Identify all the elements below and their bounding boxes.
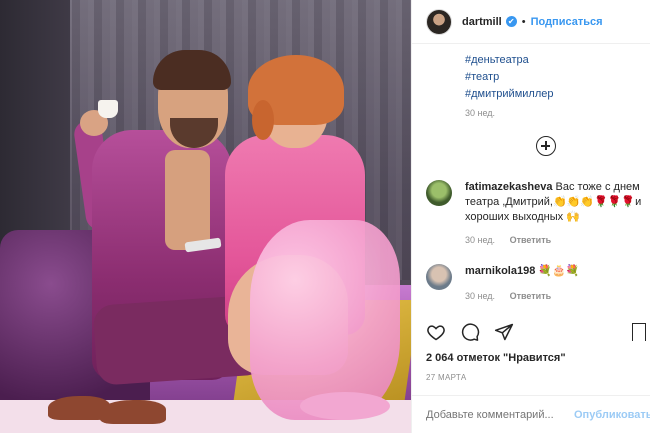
username-link[interactable]: dartmill [462, 16, 502, 28]
paper-plane-icon[interactable] [494, 322, 514, 342]
avatar[interactable] [426, 264, 452, 290]
separator-dot: • [521, 15, 526, 28]
caption-time[interactable]: 30 нед. [465, 108, 495, 118]
hashtag-link[interactable]: #дмитриймиллер [465, 86, 553, 103]
actress-hair-curl [252, 100, 274, 140]
comments-area[interactable]: #деньтеатра #театр #дмитриймиллер 30 нед… [412, 44, 650, 324]
caption-hashtags: #деньтеатра #театр #дмитриймиллер [465, 52, 553, 103]
stage-shadow [0, 0, 70, 260]
reply-button[interactable]: Ответить [510, 291, 552, 301]
follow-button[interactable]: Подписаться [531, 16, 603, 28]
hashtag-link[interactable]: #деньтеатра [465, 52, 553, 69]
verified-icon: ✔ [505, 16, 517, 27]
hashtag-link[interactable]: #театр [465, 69, 553, 86]
instagram-post: dartmill ✔ • Подписаться #деньтеатра #те… [0, 0, 650, 433]
comment-username[interactable]: fatimazekasheva [465, 181, 552, 193]
post-date[interactable]: 27 МАРТА [426, 373, 466, 382]
heart-icon[interactable] [426, 322, 446, 342]
action-bar [426, 322, 514, 342]
comment-form: Опубликовать [412, 395, 650, 433]
post-photo[interactable] [0, 0, 411, 433]
comment-meta: 30 нед. Ответить [465, 291, 551, 301]
comment-input[interactable] [426, 408, 568, 421]
slipper [100, 400, 166, 424]
comment-text: marnikola198 💐🎂💐 [465, 264, 650, 279]
comment-icon[interactable] [460, 322, 480, 342]
bookmark-icon[interactable] [632, 323, 646, 341]
avatar[interactable] [426, 180, 452, 206]
reply-button[interactable]: Ответить [510, 235, 552, 245]
fluffy-slipper [300, 392, 390, 420]
comment-text: fatimazekasheva Вас тоже с днем театра ,… [465, 180, 650, 225]
comment-time[interactable]: 30 нед. [465, 291, 495, 301]
comment-time[interactable]: 30 нед. [465, 235, 495, 245]
actor-chest [165, 150, 210, 250]
comment-meta: 30 нед. Ответить [465, 235, 551, 245]
post-header: dartmill ✔ • Подписаться [412, 0, 650, 44]
comment-username[interactable]: marnikola198 [465, 265, 535, 277]
comment-body: 💐🎂💐 [538, 265, 580, 277]
plus-circle-icon[interactable] [536, 136, 556, 156]
likes-count[interactable]: 2 064 отметок "Нравится" [426, 352, 566, 364]
feather-boa [250, 220, 400, 420]
post-comment-button[interactable]: Опубликовать [574, 409, 650, 421]
post-sidebar: dartmill ✔ • Подписаться #деньтеатра #те… [411, 0, 650, 433]
avatar[interactable] [426, 8, 452, 35]
teacup [98, 100, 118, 118]
